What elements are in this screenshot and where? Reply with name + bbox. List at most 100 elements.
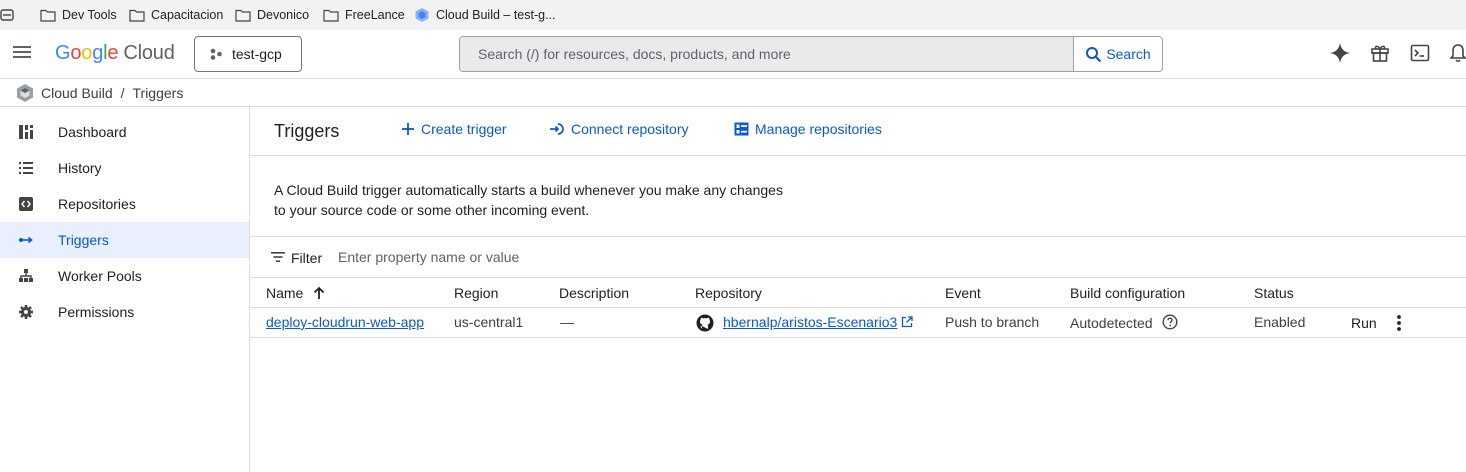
breadcrumb-separator: /: [120, 84, 125, 101]
sidebar-item-repositories[interactable]: Repositories: [0, 186, 249, 222]
column-header-description: Description: [559, 285, 630, 301]
search-bar: Search: [459, 36, 1163, 72]
trigger-arrow-icon: [18, 232, 34, 248]
gear-icon: [18, 304, 34, 320]
filter-icon[interactable]: [270, 251, 286, 263]
bookmark-label: Capacitacion: [151, 8, 224, 22]
column-header-build-configuration: Build configuration: [1070, 285, 1186, 301]
connect-repository-button[interactable]: Connect repository: [549, 121, 689, 137]
logo-cloud: Cloud: [123, 42, 175, 64]
bookmark-label: Dev Tools: [62, 8, 117, 22]
search-button[interactable]: Search: [1073, 37, 1162, 71]
sidebar-item-dashboard[interactable]: Dashboard: [0, 114, 249, 150]
worker-pools-icon: [18, 268, 34, 284]
bookmark-label: Devonico: [257, 8, 310, 22]
bookmark-label: Cloud Build – test-g...: [436, 8, 556, 22]
page-title: Triggers: [274, 121, 340, 141]
page-toolbar: Triggers Create trigger Connect reposito…: [250, 107, 1466, 156]
column-label: Name: [266, 285, 304, 301]
manage-repositories-label: Manage repositories: [755, 121, 882, 137]
build-configuration: Autodetected: [1070, 315, 1153, 331]
sidebar-nav: Dashboard History Repositories Triggers …: [0, 107, 250, 472]
page-description: A Cloud Build trigger automatically star…: [274, 180, 834, 220]
cloud-shell-terminal-icon[interactable]: [1410, 43, 1430, 63]
trigger-name-link[interactable]: deploy-cloudrun-web-app: [266, 314, 424, 330]
gemini-sparkle-icon[interactable]: [1329, 42, 1351, 64]
trigger-description: —: [560, 314, 574, 330]
trigger-event: Push to branch: [945, 314, 1040, 330]
column-header-event: Event: [945, 285, 981, 301]
search-icon: [1085, 46, 1102, 63]
plus-icon: [401, 122, 415, 136]
sidebar-item-permissions[interactable]: Permissions: [0, 294, 249, 330]
folder-icon: [323, 8, 339, 22]
bookmark-dev-tools[interactable]: Dev Tools: [40, 0, 117, 30]
folder-icon: [235, 8, 251, 22]
sidebar-item-triggers[interactable]: Triggers: [0, 222, 249, 258]
main-content: Triggers Create trigger Connect reposito…: [250, 107, 1466, 472]
gift-icon[interactable]: [1370, 43, 1390, 63]
sidebar-item-worker-pools[interactable]: Worker Pools: [0, 258, 249, 294]
google-cloud-logo[interactable]: Google Cloud: [55, 42, 175, 65]
sidebar-item-label: Permissions: [58, 304, 135, 320]
repository-icon: [18, 196, 34, 212]
cloud-build-icon: [414, 7, 430, 23]
bookmarks-bar: Dev Tools Capacitacion Devonico FreeLanc…: [0, 0, 1466, 30]
project-icon: [209, 47, 223, 61]
breadcrumb-product[interactable]: Cloud Build: [41, 85, 113, 101]
bookmark-label: FreeLance: [345, 8, 405, 22]
folder-icon: [129, 8, 145, 22]
sidebar-item-label: Triggers: [58, 232, 109, 248]
project-picker[interactable]: test-gcp: [194, 36, 302, 72]
description-line: to your source code or some other incomi…: [274, 202, 590, 218]
run-button[interactable]: Run: [1351, 315, 1377, 331]
breadcrumb: Cloud Build / Triggers: [0, 79, 1466, 107]
table-header: Name Region Description Repository Event…: [250, 278, 1466, 308]
filter-label: Filter: [291, 250, 323, 266]
sidebar-item-label: Repositories: [58, 196, 136, 212]
bookmark-cloud-build[interactable]: Cloud Build – test-g...: [414, 0, 556, 30]
logo-google: Google: [55, 42, 119, 64]
connect-icon: [549, 122, 565, 136]
more-vert-icon[interactable]: [1396, 314, 1402, 332]
bookmark-freelance[interactable]: FreeLance: [323, 0, 405, 30]
table-row: deploy-cloudrun-web-app us-central1 — hb…: [250, 308, 1466, 338]
folder-icon: [40, 8, 56, 22]
description-line: A Cloud Build trigger automatically star…: [274, 182, 783, 198]
top-header: Google Cloud test-gcp Search: [0, 30, 1466, 79]
search-button-label: Search: [1106, 46, 1151, 62]
bookmark-devonico[interactable]: Devonico: [235, 0, 309, 30]
github-icon: [696, 314, 714, 332]
sidebar-item-label: History: [58, 160, 102, 176]
help-icon[interactable]: [1162, 314, 1178, 330]
create-trigger-button[interactable]: Create trigger: [401, 121, 507, 137]
history-list-icon: [18, 160, 34, 176]
sidebar-item-label: Worker Pools: [58, 268, 142, 284]
external-link-icon[interactable]: [901, 316, 913, 328]
breadcrumb-page[interactable]: Triggers: [133, 85, 184, 101]
cloud-build-icon: [15, 83, 35, 103]
trigger-region: us-central1: [454, 314, 524, 330]
manage-repositories-icon: [734, 122, 749, 136]
sort-ascending-icon[interactable]: [313, 286, 325, 300]
trigger-status: Enabled: [1254, 314, 1306, 330]
filter-bar: Filter: [250, 236, 1466, 278]
notifications-bell-icon[interactable]: [1450, 43, 1466, 63]
column-header-repository: Repository: [695, 285, 762, 301]
dashboard-icon: [18, 124, 34, 140]
sidebar-item-label: Dashboard: [58, 124, 127, 140]
repository-link[interactable]: hbernalp/aristos-Escenario3: [723, 314, 897, 330]
search-input[interactable]: [460, 37, 1073, 71]
bookmark-capacitacion[interactable]: Capacitacion: [129, 0, 223, 30]
hamburger-menu-icon[interactable]: [12, 44, 32, 60]
column-header-status: Status: [1254, 285, 1294, 301]
column-header-region: Region: [454, 285, 499, 301]
filter-input[interactable]: [338, 245, 938, 269]
connect-repository-label: Connect repository: [571, 121, 689, 137]
tab-strip-icon[interactable]: [0, 7, 14, 23]
create-trigger-label: Create trigger: [421, 121, 507, 137]
project-name: test-gcp: [232, 46, 282, 62]
column-header-name[interactable]: Name: [266, 285, 325, 301]
manage-repositories-button[interactable]: Manage repositories: [734, 121, 882, 137]
sidebar-item-history[interactable]: History: [0, 150, 249, 186]
